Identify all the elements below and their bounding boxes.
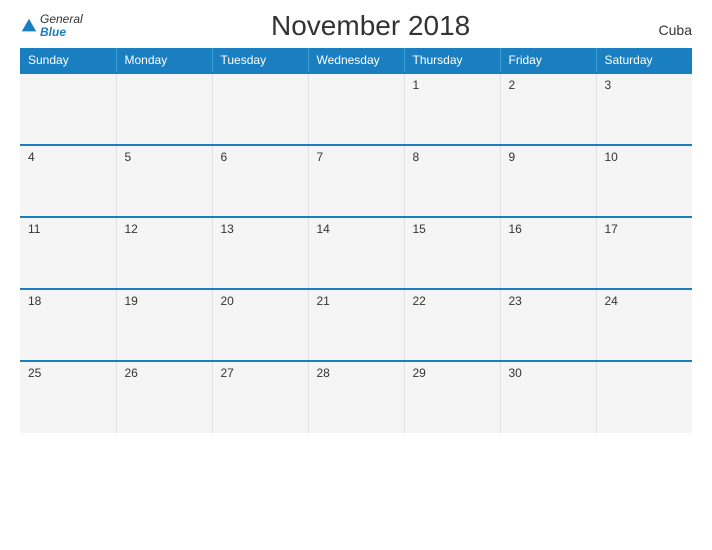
day-number: 14	[317, 222, 330, 236]
day-number: 3	[605, 78, 612, 92]
day-number: 22	[413, 294, 426, 308]
day-number: 13	[221, 222, 234, 236]
calendar-cell: 29	[404, 361, 500, 433]
day-number: 29	[413, 366, 426, 380]
day-number: 2	[509, 78, 516, 92]
calendar-cell: 17	[596, 217, 692, 289]
calendar-cell	[20, 73, 116, 145]
day-number: 6	[221, 150, 228, 164]
day-number: 27	[221, 366, 234, 380]
calendar-cell: 7	[308, 145, 404, 217]
logo-icon	[20, 17, 38, 35]
calendar-cell: 26	[116, 361, 212, 433]
day-header-monday: Monday	[116, 48, 212, 73]
day-number: 20	[221, 294, 234, 308]
day-number: 30	[509, 366, 522, 380]
calendar-cell: 22	[404, 289, 500, 361]
country-label: Cuba	[659, 22, 692, 42]
day-number: 28	[317, 366, 330, 380]
calendar-cell: 1	[404, 73, 500, 145]
day-number: 7	[317, 150, 324, 164]
calendar-cell: 12	[116, 217, 212, 289]
calendar-cell: 24	[596, 289, 692, 361]
calendar-header: SundayMondayTuesdayWednesdayThursdayFrid…	[20, 48, 692, 73]
calendar-cell: 11	[20, 217, 116, 289]
calendar-cell: 2	[500, 73, 596, 145]
day-number: 23	[509, 294, 522, 308]
calendar-cell: 27	[212, 361, 308, 433]
day-number: 25	[28, 366, 41, 380]
calendar-cell	[212, 73, 308, 145]
calendar-cell: 5	[116, 145, 212, 217]
day-number: 1	[413, 78, 420, 92]
calendar-cell: 23	[500, 289, 596, 361]
day-header-sunday: Sunday	[20, 48, 116, 73]
calendar-cell	[308, 73, 404, 145]
logo-blue-text: Blue	[40, 26, 83, 39]
calendar-cell: 14	[308, 217, 404, 289]
calendar-title: November 2018	[271, 10, 470, 42]
calendar-cell: 21	[308, 289, 404, 361]
day-number: 18	[28, 294, 41, 308]
calendar-cell: 10	[596, 145, 692, 217]
day-number: 19	[125, 294, 138, 308]
calendar-cell: 9	[500, 145, 596, 217]
calendar-cell: 30	[500, 361, 596, 433]
week-row-4: 25 26 27 28 29 30	[20, 361, 692, 433]
day-number: 10	[605, 150, 618, 164]
logo: General Blue	[20, 13, 83, 39]
day-number: 24	[605, 294, 618, 308]
calendar-cell: 25	[20, 361, 116, 433]
day-number: 26	[125, 366, 138, 380]
days-row: SundayMondayTuesdayWednesdayThursdayFrid…	[20, 48, 692, 73]
calendar-cell: 16	[500, 217, 596, 289]
page-header: General Blue November 2018 Cuba	[20, 10, 692, 42]
day-number: 4	[28, 150, 35, 164]
day-number: 9	[509, 150, 516, 164]
day-number: 11	[28, 222, 40, 236]
week-row-1: 4 5 6 7 8 9 10	[20, 145, 692, 217]
day-number: 5	[125, 150, 132, 164]
calendar-cell: 15	[404, 217, 500, 289]
week-row-3: 18 19 20 21 22 23 24	[20, 289, 692, 361]
day-number: 12	[125, 222, 138, 236]
day-header-friday: Friday	[500, 48, 596, 73]
day-number: 17	[605, 222, 618, 236]
calendar-cell: 20	[212, 289, 308, 361]
calendar-cell: 18	[20, 289, 116, 361]
day-header-thursday: Thursday	[404, 48, 500, 73]
calendar-cell: 28	[308, 361, 404, 433]
day-number: 21	[317, 294, 330, 308]
calendar-cell: 13	[212, 217, 308, 289]
calendar-cell: 19	[116, 289, 212, 361]
calendar-body: 1234567891011121314151617181920212223242…	[20, 73, 692, 433]
day-header-tuesday: Tuesday	[212, 48, 308, 73]
calendar-cell: 4	[20, 145, 116, 217]
calendar-cell	[596, 361, 692, 433]
day-number: 8	[413, 150, 420, 164]
day-number: 16	[509, 222, 522, 236]
day-header-saturday: Saturday	[596, 48, 692, 73]
calendar-cell: 8	[404, 145, 500, 217]
week-row-0: 1 2 3	[20, 73, 692, 145]
calendar-cell	[116, 73, 212, 145]
calendar-cell: 3	[596, 73, 692, 145]
day-header-wednesday: Wednesday	[308, 48, 404, 73]
week-row-2: 11 12 13 14 15 16 17	[20, 217, 692, 289]
calendar-table: SundayMondayTuesdayWednesdayThursdayFrid…	[20, 48, 692, 433]
day-number: 15	[413, 222, 426, 236]
calendar-cell: 6	[212, 145, 308, 217]
